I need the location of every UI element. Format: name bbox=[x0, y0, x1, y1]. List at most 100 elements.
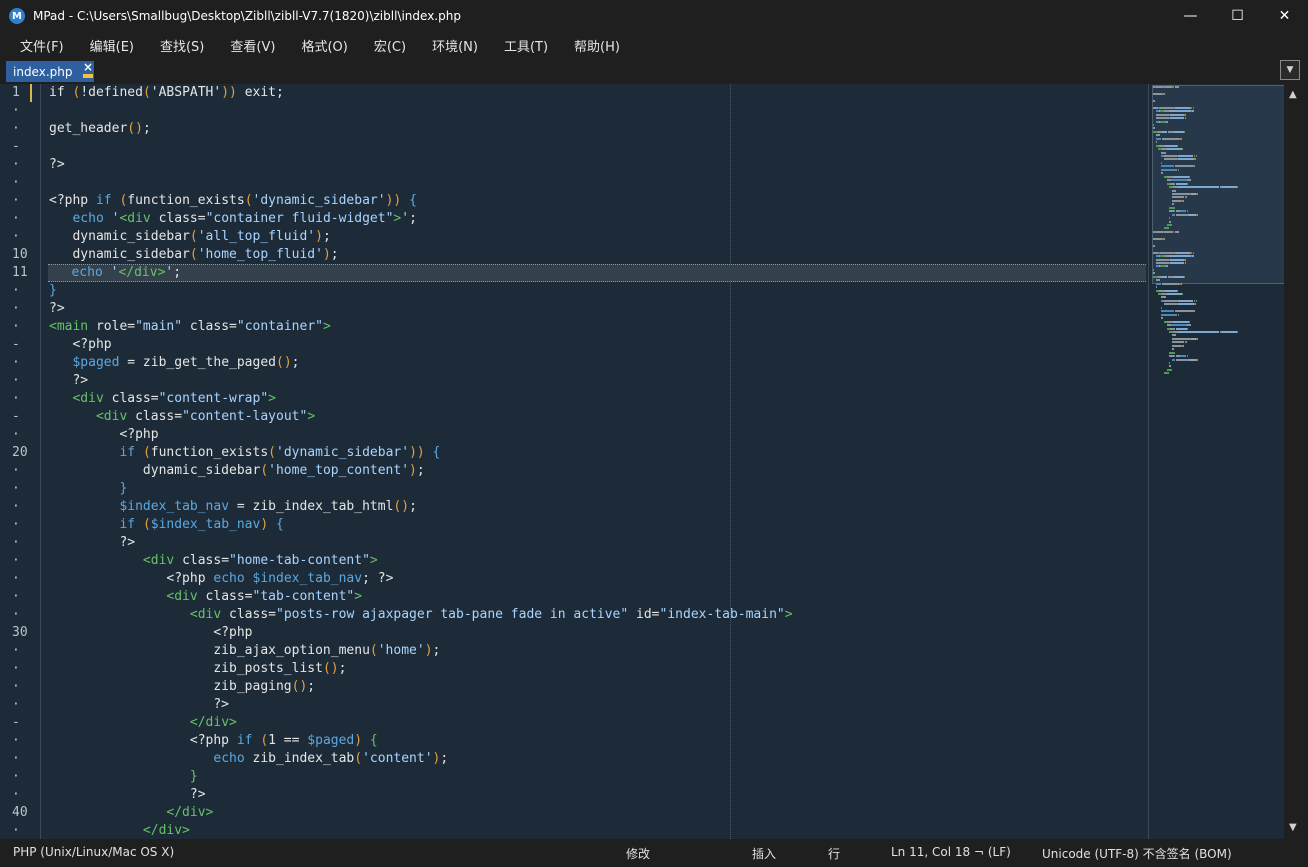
minimap-stroke bbox=[1164, 289, 1178, 292]
minimap-stroke bbox=[1236, 330, 1238, 333]
minimap-stroke bbox=[1183, 275, 1185, 278]
code-line[interactable]: ?> bbox=[49, 696, 229, 714]
code-token: 'ABSPATH' bbox=[150, 85, 222, 100]
code-token: if bbox=[95, 193, 120, 208]
minimap-stroke bbox=[1164, 144, 1178, 147]
menu-edit[interactable]: 编辑(E) bbox=[90, 36, 134, 55]
code-token: > bbox=[784, 607, 793, 622]
code-line[interactable]: $paged = zib_get_the_paged(); bbox=[49, 354, 299, 372]
tab-list-dropdown-button[interactable]: ▼ bbox=[1280, 60, 1300, 80]
code-line[interactable]: } bbox=[49, 282, 57, 300]
code-line[interactable]: echo zib_index_tab('content'); bbox=[49, 750, 448, 768]
code-line[interactable]: </div> bbox=[49, 714, 237, 732]
code-line[interactable]: ?> bbox=[49, 372, 88, 390]
line-number: · bbox=[12, 823, 20, 838]
code-line[interactable]: <?php if (1 == $paged) { bbox=[49, 732, 378, 750]
minimap-stroke bbox=[1184, 113, 1186, 116]
line-number: · bbox=[12, 463, 20, 478]
code-line[interactable]: dynamic_sidebar('all_top_fluid'); bbox=[49, 228, 330, 246]
line-number: · bbox=[12, 589, 20, 604]
line-number: · bbox=[12, 499, 20, 514]
menu-format[interactable]: 格式(O) bbox=[301, 36, 347, 55]
minimap-stroke bbox=[1181, 293, 1183, 295]
minimap[interactable] bbox=[1148, 84, 1285, 839]
code-line[interactable]: zib_paging(); bbox=[49, 678, 315, 696]
code-line[interactable]: <?php bbox=[49, 624, 252, 642]
tab-close-icon[interactable]: × bbox=[82, 61, 94, 73]
code-token: $index_tab_nav bbox=[252, 571, 363, 586]
code-line[interactable]: <div class="content-wrap"> bbox=[49, 390, 276, 408]
minimap-stroke bbox=[1178, 155, 1194, 157]
code-line[interactable]: } bbox=[49, 768, 198, 786]
code-line[interactable]: </div> bbox=[49, 804, 213, 822]
code-line[interactable]: } bbox=[49, 480, 127, 498]
code-line[interactable]: <?php bbox=[49, 336, 111, 354]
scroll-down-icon[interactable]: ▼ bbox=[1289, 822, 1297, 833]
line-number: · bbox=[12, 733, 20, 748]
menu-file[interactable]: 文件(F) bbox=[20, 36, 64, 55]
status-cursor-position[interactable]: Ln 11, Col 18 ¬ (LF) bbox=[891, 845, 1011, 859]
close-button[interactable]: ✕ bbox=[1261, 0, 1308, 32]
code-line[interactable]: ?> bbox=[49, 156, 65, 174]
line-number: · bbox=[12, 607, 20, 622]
code-line[interactable]: <div class="tab-content"> bbox=[49, 588, 362, 606]
code-line[interactable]: <div class="posts-row ajaxpager tab-pane… bbox=[49, 606, 793, 624]
menu-macro[interactable]: 宏(C) bbox=[374, 36, 406, 55]
code-line[interactable]: echo ' <div class="container fluid-widget… bbox=[49, 210, 416, 228]
menu-view[interactable]: 查看(V) bbox=[230, 36, 275, 55]
code-line[interactable]: ?> bbox=[49, 300, 65, 318]
code-token: ?> bbox=[49, 157, 65, 172]
minimap-stroke bbox=[1162, 137, 1180, 140]
status-insert-mode[interactable]: 插入 bbox=[752, 845, 776, 862]
menu-tools[interactable]: 工具(T) bbox=[504, 36, 548, 55]
code-line[interactable]: get_header(); bbox=[49, 120, 151, 138]
scroll-up-icon[interactable]: ▲ bbox=[1289, 89, 1297, 100]
line-number: · bbox=[12, 697, 20, 712]
code-line[interactable]: dynamic_sidebar('home_top_content'); bbox=[49, 462, 425, 480]
code-line[interactable]: <div class="home-tab-content"> bbox=[49, 552, 378, 570]
minimap-stroke bbox=[1160, 251, 1174, 254]
status-line-mode[interactable]: 行 bbox=[828, 845, 840, 862]
code-line[interactable]: <?php if (function_exists('dynamic_sideb… bbox=[49, 192, 417, 210]
code-token: function_exists bbox=[127, 193, 245, 208]
code-line[interactable]: zib_posts_list(); bbox=[49, 660, 346, 678]
code-line[interactable]: dynamic_sidebar('home_top_fluid'); bbox=[49, 246, 338, 264]
code-token: <div bbox=[166, 589, 206, 604]
vertical-scrollbar[interactable]: ▲ ▼ bbox=[1284, 84, 1308, 839]
code-line[interactable]: zib_ajax_option_menu('home'); bbox=[49, 642, 440, 660]
minimap-stroke bbox=[1174, 106, 1190, 109]
minimap-stroke bbox=[1187, 327, 1189, 330]
code-line[interactable]: ?> bbox=[49, 786, 206, 804]
code-line[interactable]: <div class="content-layout"> bbox=[49, 408, 315, 426]
code-line[interactable]: ?> bbox=[49, 534, 135, 552]
minimap-stroke bbox=[1155, 113, 1170, 116]
status-encoding[interactable]: Unicode (UTF-8) 不含签名 (BOM) bbox=[1042, 845, 1232, 862]
code-editor[interactable]: 1 · · - · · · · · 10 11 · · · - · · · - · 20 · · · · · · · · · 30 · · · · -… bbox=[0, 84, 1147, 839]
code-line[interactable]: $index_tab_nav = zib_index_tab_html(); bbox=[49, 498, 416, 516]
code-token: <?php bbox=[49, 571, 214, 586]
minimize-button[interactable]: — bbox=[1167, 0, 1214, 32]
code-line[interactable]: if (function_exists('dynamic_sidebar')) … bbox=[49, 444, 440, 462]
current-code-line[interactable]: echo '</div>'; bbox=[48, 264, 1146, 282]
code-line[interactable]: <main role="main" class="container"> bbox=[49, 318, 331, 336]
minimap-stroke bbox=[1155, 261, 1170, 264]
tab-index-php[interactable]: index.php × bbox=[6, 61, 94, 82]
menu-help[interactable]: 帮助(H) bbox=[574, 36, 620, 55]
menu-environment[interactable]: 环境(N) bbox=[432, 36, 478, 55]
code-token: ; bbox=[416, 463, 425, 478]
code-line[interactable]: <?php echo $index_tab_nav; ?> bbox=[49, 570, 393, 588]
code-token: id= bbox=[628, 607, 660, 622]
code-token: ( bbox=[369, 643, 378, 658]
code-line[interactable]: if (!defined('ABSPATH')) exit; bbox=[49, 84, 284, 102]
menu-search[interactable]: 查找(S) bbox=[160, 36, 204, 55]
code-line[interactable]: <?php bbox=[49, 426, 158, 444]
code-token: "tab-content" bbox=[252, 589, 355, 604]
code-area[interactable]: if (!defined('ABSPATH')) exit; get_header… bbox=[41, 84, 1147, 839]
maximize-button[interactable]: ☐ bbox=[1214, 0, 1261, 32]
code-line[interactable]: if ($index_tab_nav) { bbox=[49, 516, 283, 534]
code-line[interactable]: </div> bbox=[49, 822, 190, 839]
line-number: · bbox=[12, 157, 20, 172]
status-file-type[interactable]: PHP (Unix/Linux/Mac OS X) bbox=[13, 845, 174, 859]
